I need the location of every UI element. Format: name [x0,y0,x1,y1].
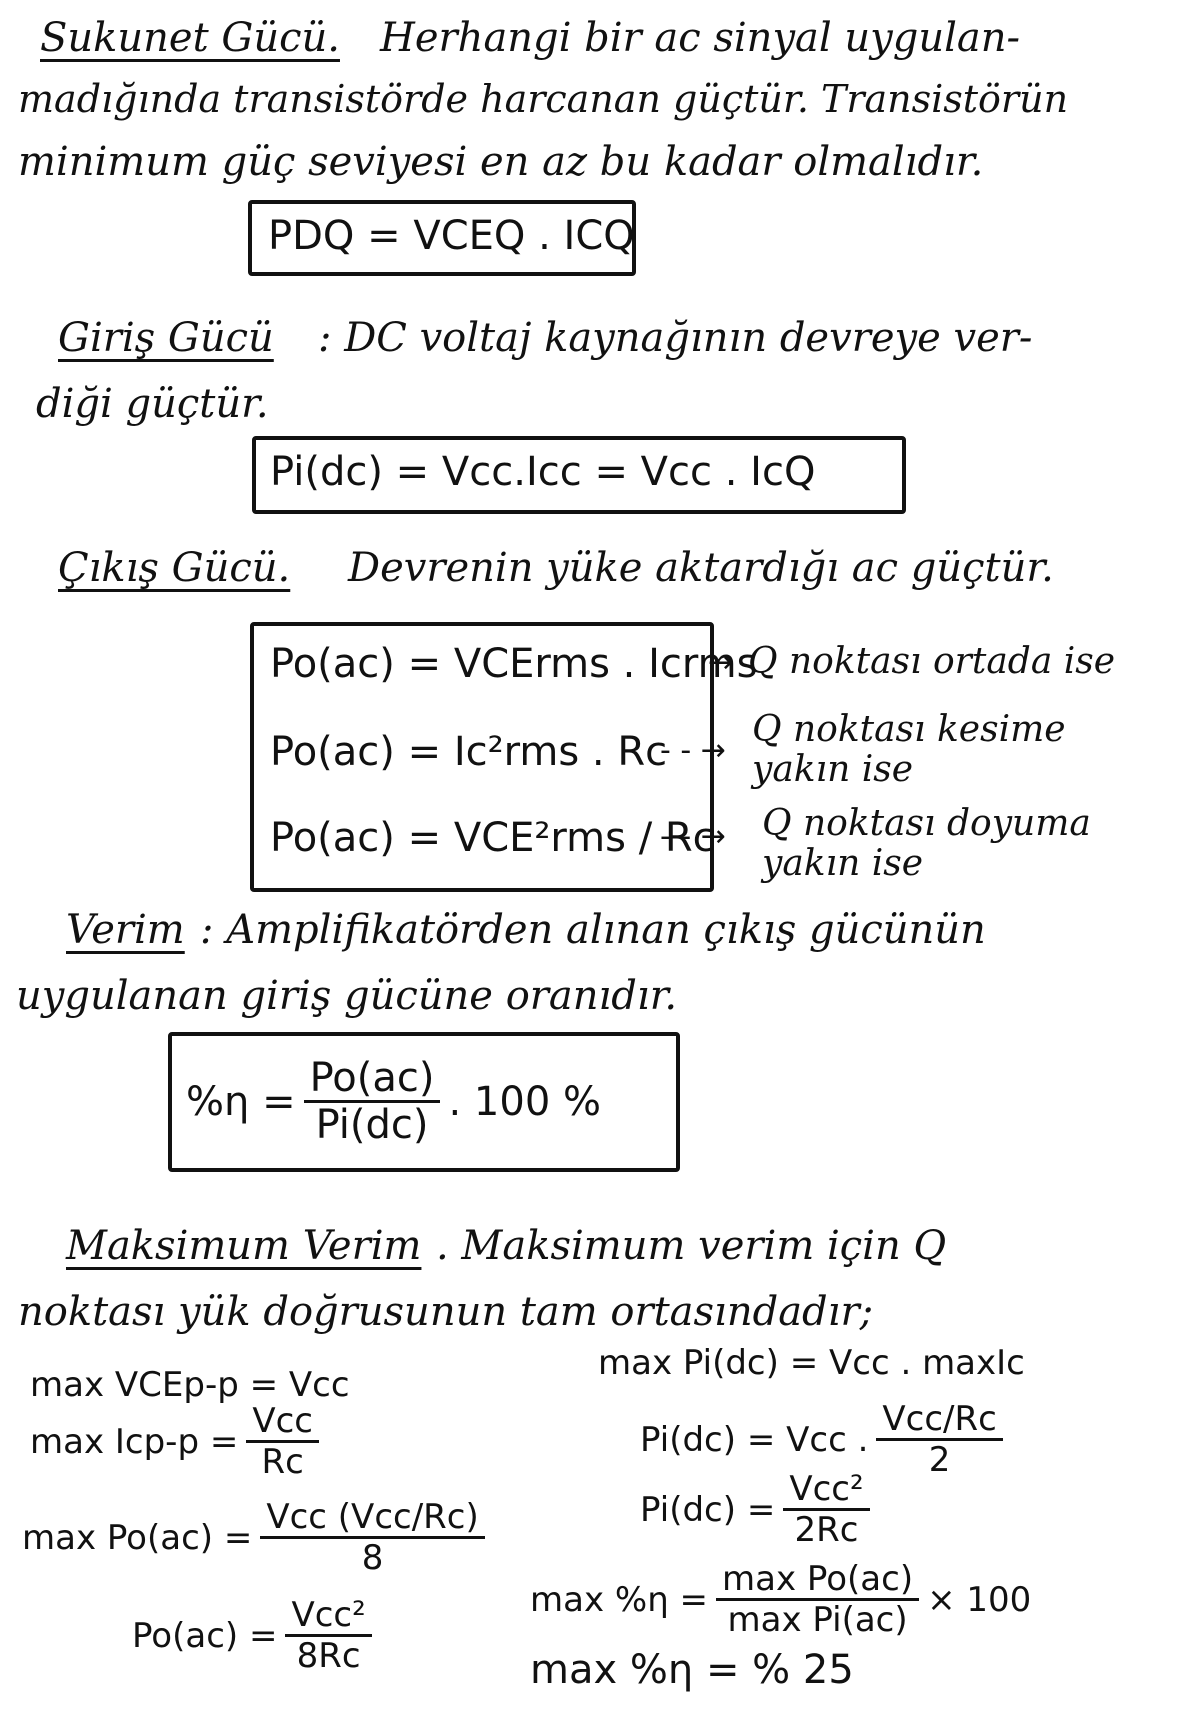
po-result-lhs: Po(ac) = [132,1615,278,1656]
pi-step-2-num: Vcc² [783,1472,870,1511]
max-vce: max VCEp-p = Vcc [30,1365,350,1405]
max-ic: max Icp-p = Vcc Rc [30,1404,327,1479]
po-result-den: 8Rc [296,1636,361,1676]
max-po-lhs: max Po(ac) = [22,1517,253,1558]
verim-text-2: uygulanan giriş gücüne oranıdır. [16,973,678,1019]
max-verim-fraction: max Po(ac) max Pi(ac) [716,1562,920,1640]
arrow-icon: - - → [660,819,726,854]
max-ic-fraction: Vcc Rc [246,1404,319,1479]
formula-pi: Pi(dc) = Vcc.Icc = Vcc . IcQ [270,449,816,495]
max-po-den: 8 [361,1538,384,1578]
max-po-num: Vcc (Vcc/Rc) [260,1500,485,1539]
pi-step-1-num: Vcc/Rc [876,1402,1003,1441]
heading-giris: Giriş Gücü [58,315,274,361]
max-verim-formula: max %η = max Po(ac) max Pi(ac) × 100 [530,1562,1031,1637]
giris-text-1: : DC voltaj kaynağının devreye ver- [318,315,1033,361]
formula-verim: %η = Po(ac) Pi(dc) . 100 % [186,1058,601,1145]
max-po: max Po(ac) = Vcc (Vcc/Rc) 8 [22,1500,493,1575]
pi-step-2-lhs: Pi(dc) = [640,1489,776,1530]
cikis-text-1: Devrenin yüke aktardığı ac güçtür. [348,545,1054,591]
verim-text-1: : Amplifikatörden alınan çıkış gücünün [200,907,986,953]
sukunet-text-1: Herhangi bir ac sinyal uygulan- [380,15,1021,61]
max-po-fraction: Vcc (Vcc/Rc) 8 [260,1500,485,1578]
arrow-icon: - - → [660,733,726,768]
note-q-ortada: Q noktası ortada ise [748,641,1116,682]
po-result-num: Vcc² [285,1598,372,1637]
giris-text-2: diği güçtür. [36,381,269,427]
max-verim-result: max %η = % 25 [530,1647,854,1693]
arrow-icon: → [708,645,734,680]
note-q-doyuma-2: yakın ise [762,843,924,884]
max-ic-num: Vcc [246,1404,319,1443]
max-verim-den: max Pi(ac) [727,1600,908,1640]
pi-step-1-den: 2 [928,1440,951,1480]
max-ic-den: Rc [261,1442,304,1482]
po-result: Po(ac) = Vcc² 8Rc [132,1598,380,1673]
verim-den: Pi(dc) [315,1102,429,1148]
heading-cikis: Çıkış Gücü. [58,545,291,591]
note-q-kesime-2: yakın ise [752,749,914,790]
max-pi: max Pi(dc) = Vcc . maxIc [598,1343,1025,1383]
verim-num: Po(ac) [303,1058,441,1103]
max-verim-num: max Po(ac) [716,1562,920,1601]
heading-max-verim: Maksimum Verim [66,1223,422,1269]
formula-po-1: Po(ac) = VCErms . Icrms [270,641,758,687]
formula-po-2: Po(ac) = Ic²rms . Rc [270,729,668,775]
sukunet-text-2: madığında transistörde harcanan güçtür. … [18,77,1069,121]
verim-lhs: %η = [186,1078,296,1125]
po-result-fraction: Vcc² 8Rc [285,1598,372,1676]
max-ic-lhs: max Icp-p = [30,1421,239,1462]
max-text-1: . Maksimum verim için Q [436,1223,947,1269]
pi-step-2-fraction: Vcc² 2Rc [783,1472,870,1550]
pi-step-1: Pi(dc) = Vcc . Vcc/Rc 2 [640,1402,1011,1477]
sukunet-text-3: minimum güç seviyesi en az bu kadar olma… [18,139,984,185]
max-text-2: noktası yük doğrusunun tam ortasındadır; [18,1289,874,1335]
pi-step-2: Pi(dc) = Vcc² 2Rc [640,1472,878,1547]
max-verim-rhs: × 100 [927,1579,1032,1620]
pi-step-2-den: 2Rc [794,1510,859,1550]
verim-rhs: . 100 % [448,1078,601,1125]
pi-step-1-fraction: Vcc/Rc 2 [876,1402,1003,1480]
heading-verim: Verim [66,907,185,953]
verim-fraction: Po(ac) Pi(dc) [303,1058,441,1148]
formula-pdq: PDQ = VCEQ . ICQ [268,213,635,259]
note-q-doyuma: Q noktası doyuma [762,803,1091,844]
heading-sukunet: Sukunet Gücü. [40,15,340,61]
note-q-kesime: Q noktası kesime [752,709,1066,750]
pi-step-1-lhs: Pi(dc) = Vcc . [640,1419,869,1460]
formula-po-3: Po(ac) = VCE²rms / Rc [270,815,715,861]
max-verim-lhs: max %η = [530,1579,709,1620]
